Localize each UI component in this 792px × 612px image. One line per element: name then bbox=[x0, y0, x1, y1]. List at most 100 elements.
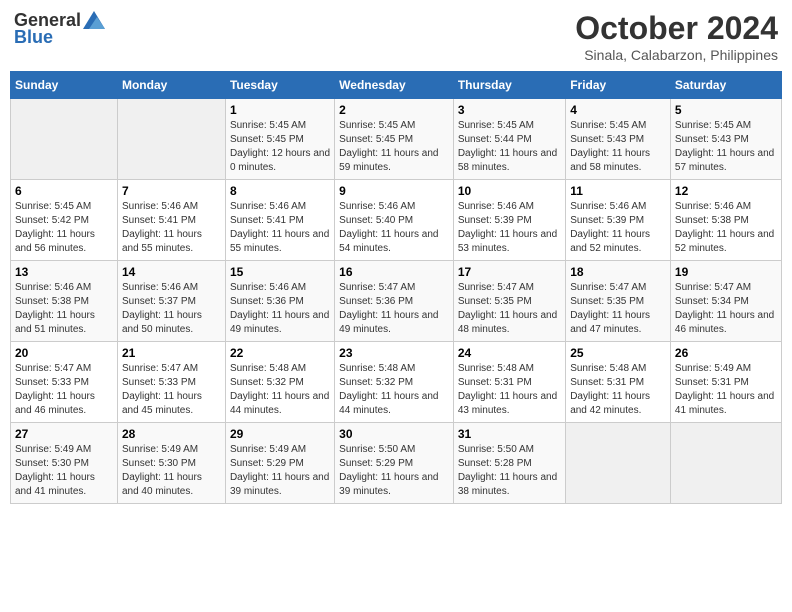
page-header: General Blue October 2024 Sinala, Calaba… bbox=[10, 10, 782, 63]
calendar-cell: 1 Sunrise: 5:45 AM Sunset: 5:45 PM Daylig… bbox=[225, 99, 334, 180]
day-info: Sunrise: 5:46 AM Sunset: 5:41 PM Dayligh… bbox=[230, 200, 330, 256]
day-number: 13 bbox=[15, 265, 113, 279]
calendar-cell: 16 Sunrise: 5:47 AM Sunset: 5:36 PM Dayli… bbox=[335, 261, 454, 342]
calendar-cell: 10Sunrise: 5:46 AM Sunset: 5:39 PM Dayli… bbox=[453, 180, 565, 261]
day-number: 28 bbox=[122, 427, 221, 441]
day-number: 24 bbox=[458, 346, 561, 360]
calendar-cell: 20Sunrise: 5:47 AM Sunset: 5:33 PM Dayli… bbox=[11, 342, 118, 423]
day-number: 27 bbox=[15, 427, 113, 441]
calendar-week-3: 13Sunrise: 5:46 AM Sunset: 5:38 PM Dayli… bbox=[11, 261, 782, 342]
day-number: 4 bbox=[570, 103, 666, 117]
day-info: Sunrise: 5:50 AM Sunset: 5:28 PM Dayligh… bbox=[458, 443, 561, 499]
calendar-cell: 25Sunrise: 5:48 AM Sunset: 5:31 PM Dayli… bbox=[566, 342, 671, 423]
calendar-cell bbox=[11, 99, 118, 180]
day-info: Sunrise: 5:47 AM Sunset: 5:36 PM Dayligh… bbox=[339, 281, 449, 337]
calendar-cell: 31 Sunrise: 5:50 AM Sunset: 5:28 PM Dayli… bbox=[453, 423, 565, 504]
day-number: 2 bbox=[339, 103, 449, 117]
calendar-week-2: 6 Sunrise: 5:45 AM Sunset: 5:42 PM Daylig… bbox=[11, 180, 782, 261]
day-info: Sunrise: 5:45 AM Sunset: 5:45 PM Dayligh… bbox=[230, 119, 330, 175]
calendar-cell: 27 Sunrise: 5:49 AM Sunset: 5:30 PM Dayli… bbox=[11, 423, 118, 504]
calendar-cell: 3 Sunrise: 5:45 AM Sunset: 5:44 PM Daylig… bbox=[453, 99, 565, 180]
logo: General Blue bbox=[14, 10, 105, 48]
day-number: 14 bbox=[122, 265, 221, 279]
day-info: Sunrise: 5:46 AM Sunset: 5:37 PM Dayligh… bbox=[122, 281, 221, 337]
day-info: Sunrise: 5:46 AM Sunset: 5:41 PM Dayligh… bbox=[122, 200, 221, 256]
day-info: Sunrise: 5:46 AM Sunset: 5:40 PM Dayligh… bbox=[339, 200, 449, 256]
day-number: 9 bbox=[339, 184, 449, 198]
calendar-header-row: SundayMondayTuesdayWednesdayThursdayFrid… bbox=[11, 72, 782, 99]
calendar-cell bbox=[117, 99, 225, 180]
day-info: Sunrise: 5:45 AM Sunset: 5:43 PM Dayligh… bbox=[675, 119, 777, 175]
day-number: 6 bbox=[15, 184, 113, 198]
calendar-cell: 17 Sunrise: 5:47 AM Sunset: 5:35 PM Dayli… bbox=[453, 261, 565, 342]
day-info: Sunrise: 5:48 AM Sunset: 5:31 PM Dayligh… bbox=[458, 362, 561, 418]
day-number: 5 bbox=[675, 103, 777, 117]
calendar-cell: 19 Sunrise: 5:47 AM Sunset: 5:34 PM Dayli… bbox=[670, 261, 781, 342]
calendar-cell: 26Sunrise: 5:49 AM Sunset: 5:31 PM Dayli… bbox=[670, 342, 781, 423]
day-info: Sunrise: 5:45 AM Sunset: 5:44 PM Dayligh… bbox=[458, 119, 561, 175]
day-number: 21 bbox=[122, 346, 221, 360]
calendar-cell bbox=[670, 423, 781, 504]
location-title: Sinala, Calabarzon, Philippines bbox=[575, 47, 778, 63]
day-number: 31 bbox=[458, 427, 561, 441]
calendar-cell: 9 Sunrise: 5:46 AM Sunset: 5:40 PM Daylig… bbox=[335, 180, 454, 261]
day-info: Sunrise: 5:47 AM Sunset: 5:35 PM Dayligh… bbox=[458, 281, 561, 337]
day-number: 29 bbox=[230, 427, 330, 441]
day-number: 19 bbox=[675, 265, 777, 279]
month-title: October 2024 bbox=[575, 10, 778, 47]
calendar-cell: 11Sunrise: 5:46 AM Sunset: 5:39 PM Dayli… bbox=[566, 180, 671, 261]
calendar-cell: 28 Sunrise: 5:49 AM Sunset: 5:30 PM Dayli… bbox=[117, 423, 225, 504]
column-header-friday: Friday bbox=[566, 72, 671, 99]
calendar-cell: 22 Sunrise: 5:48 AM Sunset: 5:32 PM Dayli… bbox=[225, 342, 334, 423]
day-number: 12 bbox=[675, 184, 777, 198]
calendar-cell: 7Sunrise: 5:46 AM Sunset: 5:41 PM Daylig… bbox=[117, 180, 225, 261]
calendar-cell bbox=[566, 423, 671, 504]
day-info: Sunrise: 5:50 AM Sunset: 5:29 PM Dayligh… bbox=[339, 443, 449, 499]
day-number: 23 bbox=[339, 346, 449, 360]
calendar-week-4: 20Sunrise: 5:47 AM Sunset: 5:33 PM Dayli… bbox=[11, 342, 782, 423]
day-number: 17 bbox=[458, 265, 561, 279]
logo-blue: Blue bbox=[14, 27, 53, 48]
calendar-cell: 8 Sunrise: 5:46 AM Sunset: 5:41 PM Daylig… bbox=[225, 180, 334, 261]
calendar-cell: 4 Sunrise: 5:45 AM Sunset: 5:43 PM Daylig… bbox=[566, 99, 671, 180]
day-info: Sunrise: 5:47 AM Sunset: 5:35 PM Dayligh… bbox=[570, 281, 666, 337]
day-info: Sunrise: 5:47 AM Sunset: 5:34 PM Dayligh… bbox=[675, 281, 777, 337]
day-info: Sunrise: 5:46 AM Sunset: 5:36 PM Dayligh… bbox=[230, 281, 330, 337]
day-info: Sunrise: 5:49 AM Sunset: 5:29 PM Dayligh… bbox=[230, 443, 330, 499]
day-number: 22 bbox=[230, 346, 330, 360]
day-info: Sunrise: 5:49 AM Sunset: 5:30 PM Dayligh… bbox=[122, 443, 221, 499]
day-info: Sunrise: 5:45 AM Sunset: 5:42 PM Dayligh… bbox=[15, 200, 113, 256]
day-number: 8 bbox=[230, 184, 330, 198]
day-info: Sunrise: 5:47 AM Sunset: 5:33 PM Dayligh… bbox=[15, 362, 113, 418]
day-number: 15 bbox=[230, 265, 330, 279]
calendar-cell: 12 Sunrise: 5:46 AM Sunset: 5:38 PM Dayli… bbox=[670, 180, 781, 261]
day-info: Sunrise: 5:48 AM Sunset: 5:32 PM Dayligh… bbox=[339, 362, 449, 418]
day-info: Sunrise: 5:46 AM Sunset: 5:38 PM Dayligh… bbox=[675, 200, 777, 256]
calendar-week-5: 27 Sunrise: 5:49 AM Sunset: 5:30 PM Dayli… bbox=[11, 423, 782, 504]
day-number: 16 bbox=[339, 265, 449, 279]
day-info: Sunrise: 5:45 AM Sunset: 5:45 PM Dayligh… bbox=[339, 119, 449, 175]
day-info: Sunrise: 5:49 AM Sunset: 5:30 PM Dayligh… bbox=[15, 443, 113, 499]
column-header-tuesday: Tuesday bbox=[225, 72, 334, 99]
calendar-cell: 30Sunrise: 5:50 AM Sunset: 5:29 PM Dayli… bbox=[335, 423, 454, 504]
day-number: 26 bbox=[675, 346, 777, 360]
calendar-cell: 13Sunrise: 5:46 AM Sunset: 5:38 PM Dayli… bbox=[11, 261, 118, 342]
column-header-saturday: Saturday bbox=[670, 72, 781, 99]
day-info: Sunrise: 5:47 AM Sunset: 5:33 PM Dayligh… bbox=[122, 362, 221, 418]
column-header-thursday: Thursday bbox=[453, 72, 565, 99]
day-number: 18 bbox=[570, 265, 666, 279]
day-number: 3 bbox=[458, 103, 561, 117]
calendar-cell: 23 Sunrise: 5:48 AM Sunset: 5:32 PM Dayli… bbox=[335, 342, 454, 423]
day-number: 1 bbox=[230, 103, 330, 117]
calendar-cell: 21 Sunrise: 5:47 AM Sunset: 5:33 PM Dayli… bbox=[117, 342, 225, 423]
day-number: 11 bbox=[570, 184, 666, 198]
calendar-cell: 2 Sunrise: 5:45 AM Sunset: 5:45 PM Daylig… bbox=[335, 99, 454, 180]
calendar-cell: 18 Sunrise: 5:47 AM Sunset: 5:35 PM Dayli… bbox=[566, 261, 671, 342]
calendar-cell: 5 Sunrise: 5:45 AM Sunset: 5:43 PM Daylig… bbox=[670, 99, 781, 180]
day-info: Sunrise: 5:48 AM Sunset: 5:32 PM Dayligh… bbox=[230, 362, 330, 418]
calendar-table: SundayMondayTuesdayWednesdayThursdayFrid… bbox=[10, 71, 782, 504]
calendar-cell: 24 Sunrise: 5:48 AM Sunset: 5:31 PM Dayli… bbox=[453, 342, 565, 423]
day-info: Sunrise: 5:46 AM Sunset: 5:39 PM Dayligh… bbox=[458, 200, 561, 256]
day-info: Sunrise: 5:48 AM Sunset: 5:31 PM Dayligh… bbox=[570, 362, 666, 418]
day-info: Sunrise: 5:45 AM Sunset: 5:43 PM Dayligh… bbox=[570, 119, 666, 175]
